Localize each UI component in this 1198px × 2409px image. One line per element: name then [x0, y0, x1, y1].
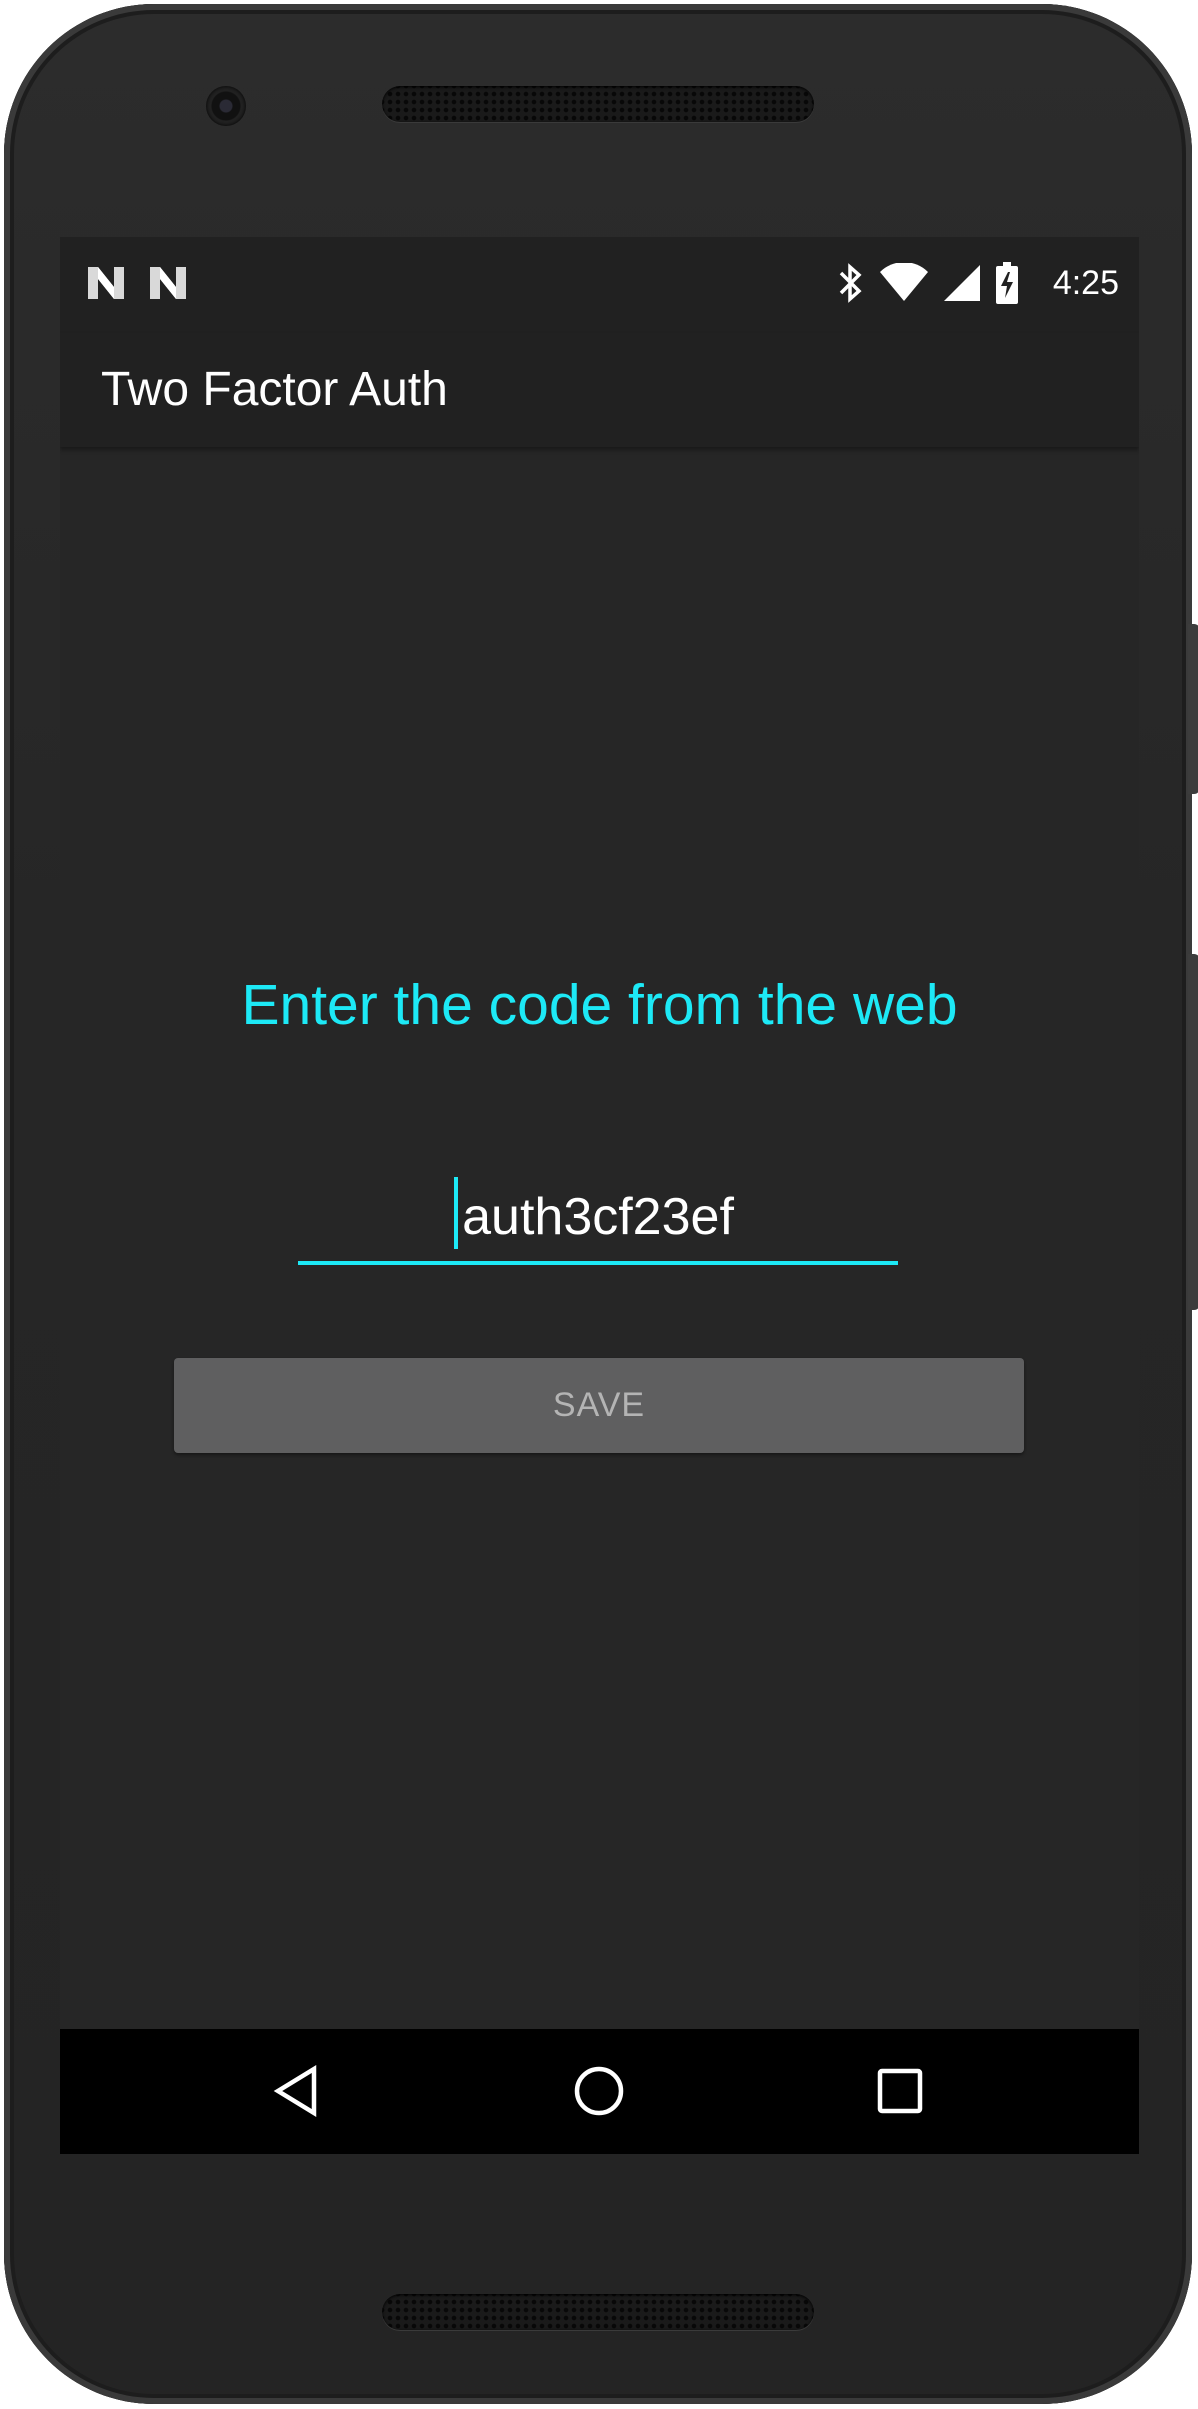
earpiece-speaker [382, 86, 814, 122]
wifi-icon [880, 263, 928, 301]
front-camera [206, 86, 246, 126]
home-icon[interactable] [567, 2059, 631, 2123]
status-time: 4:25 [1052, 264, 1119, 302]
volume-button [1188, 954, 1198, 1310]
phone-frame: 4:25 Two Factor Auth Enter the code from… [4, 4, 1192, 2404]
n-notification-icon [88, 267, 124, 299]
recent-apps-icon[interactable] [868, 2059, 932, 2123]
screen: 4:25 Two Factor Auth Enter the code from… [60, 237, 1139, 2154]
app-title: Two Factor Auth [101, 363, 448, 416]
back-icon[interactable] [266, 2059, 330, 2123]
code-prompt: Enter the code from the web [241, 973, 958, 1037]
status-bar: 4:25 [60, 237, 1139, 333]
bluetooth-icon [839, 263, 862, 303]
text-cursor [454, 1177, 458, 1249]
cellular-signal-icon [944, 265, 980, 301]
navigation-bar [60, 2029, 1139, 2154]
code-input[interactable] [298, 1173, 898, 1261]
n-notification-icon [150, 267, 186, 299]
bottom-speaker [382, 2294, 814, 2330]
app-bar: Two Factor Auth [60, 333, 1139, 447]
battery-charging-icon [996, 262, 1018, 304]
system-icons [835, 257, 1019, 309]
power-button [1188, 624, 1198, 794]
save-button[interactable]: SAVE [174, 1358, 1024, 1453]
code-field[interactable] [298, 1173, 898, 1265]
